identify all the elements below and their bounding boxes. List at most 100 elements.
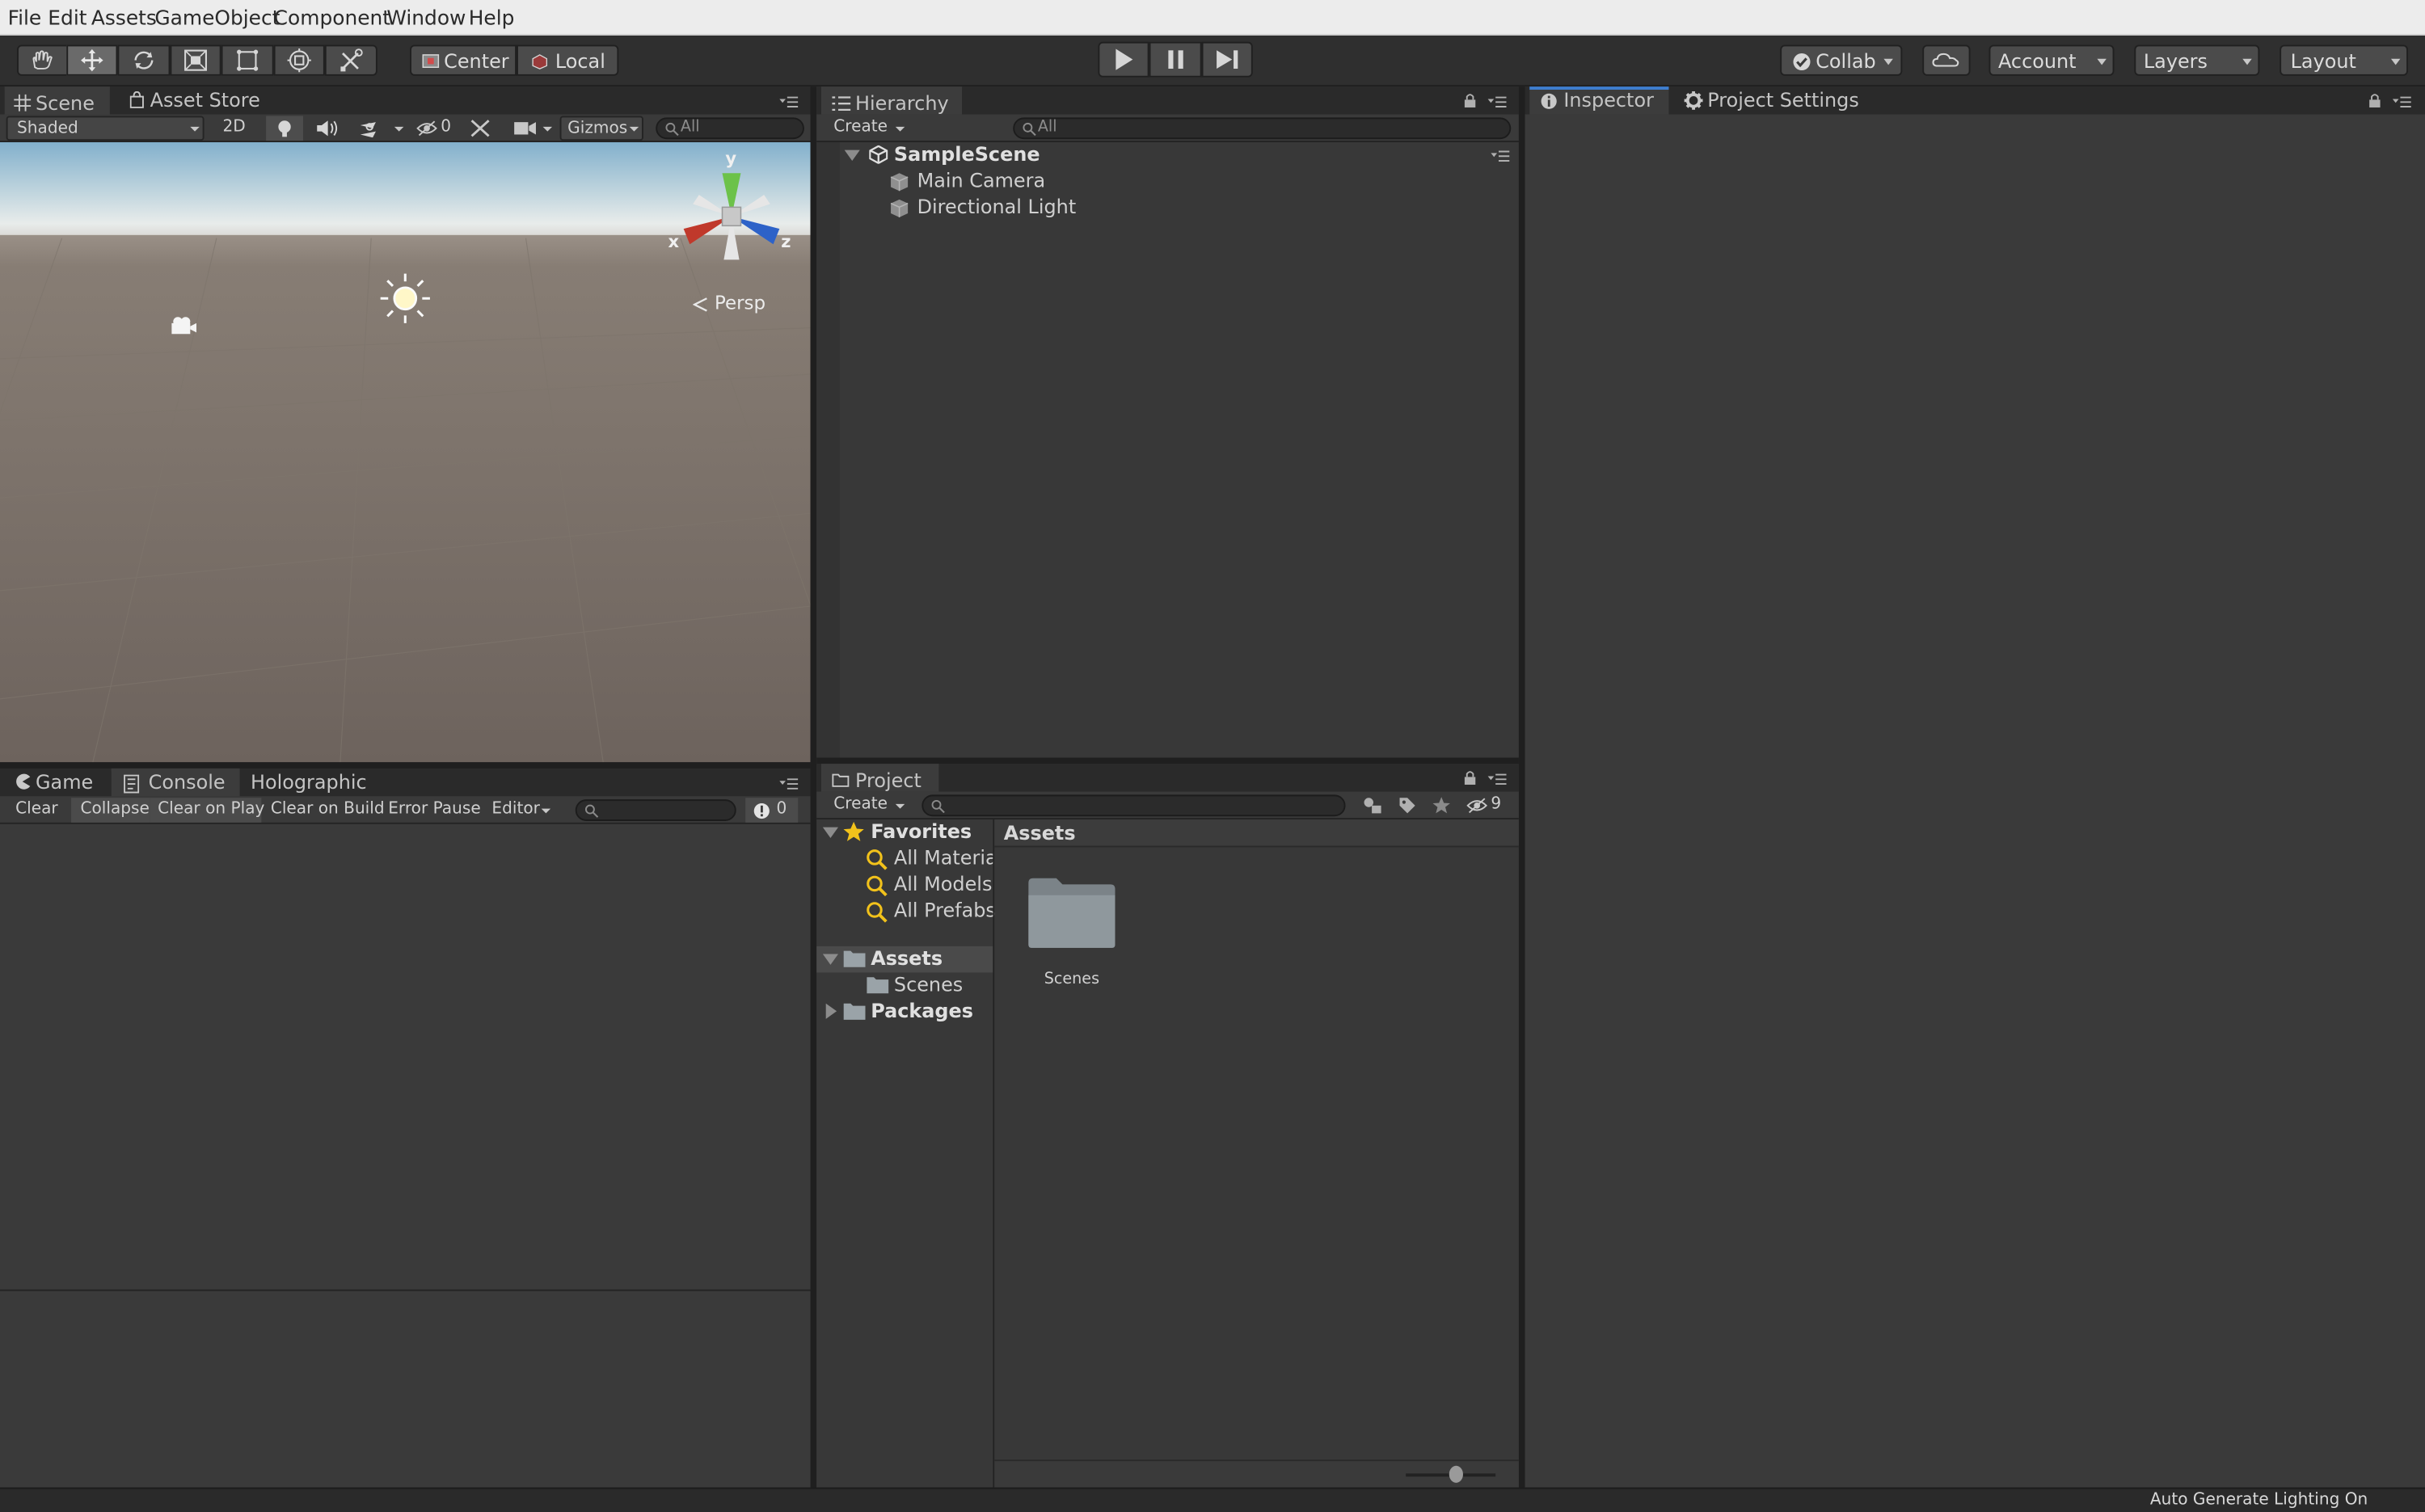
custom-tool-button[interactable] — [324, 44, 377, 76]
horizontal-splitter[interactable] — [816, 757, 1519, 764]
shading-dropdown[interactable]: Shaded — [6, 116, 205, 141]
camera-dropdown[interactable] — [508, 116, 554, 141]
menu-assets[interactable]: Assets — [91, 8, 157, 32]
play-button[interactable] — [1098, 41, 1149, 78]
project-hidden-toggle[interactable]: 9 — [1463, 794, 1509, 819]
console-error-filter-toggle[interactable]: 0 — [745, 798, 799, 823]
scene-search-input[interactable]: All — [656, 117, 804, 140]
audio-toggle[interactable] — [308, 116, 345, 141]
search-by-type-icon[interactable] — [1363, 796, 1383, 815]
panel-menu-icon[interactable] — [779, 777, 799, 790]
scale-tool-button[interactable] — [170, 44, 221, 76]
pivot-center-button[interactable]: Center — [410, 44, 517, 76]
pause-button[interactable] — [1149, 41, 1202, 78]
tab-hierarchy[interactable]: Hierarchy — [820, 86, 963, 115]
panel-menu-icon[interactable] — [2392, 96, 2411, 108]
step-button[interactable] — [1201, 41, 1253, 78]
lock-icon[interactable] — [2368, 93, 2381, 108]
cloud-button[interactable] — [1922, 44, 1971, 76]
project-search-input[interactable] — [922, 794, 1346, 817]
layout-dropdown[interactable]: Layout — [2280, 44, 2409, 76]
hierarchy-item-main-camera[interactable]: Main Camera — [889, 169, 1519, 196]
lock-icon[interactable] — [1463, 770, 1477, 785]
console-clear-button[interactable]: Clear — [6, 798, 64, 823]
console-clear-on-play-toggle[interactable]: Clear on Play — [150, 798, 264, 823]
tab-game[interactable]: Game — [5, 769, 101, 796]
favorite-item-all-models[interactable]: All Models — [866, 872, 993, 899]
favorites-row[interactable]: Favorites — [816, 819, 993, 846]
panel-menu-icon[interactable] — [779, 96, 799, 108]
tab-asset-store[interactable]: Asset Store — [124, 86, 266, 114]
account-dropdown[interactable]: Account — [1988, 44, 2115, 76]
tab-inspector[interactable]: Inspector — [1529, 86, 1669, 115]
menu-gameobject[interactable]: GameObject — [154, 8, 280, 32]
scene-tools-button[interactable] — [464, 116, 498, 141]
collab-dropdown[interactable]: Collab — [1780, 44, 1903, 76]
console-clear-on-build-toggle[interactable]: Clear on Build — [263, 798, 385, 823]
sun-icon[interactable] — [379, 272, 432, 325]
layers-dropdown[interactable]: Layers — [2134, 44, 2260, 76]
tab-scene[interactable]: Scene — [4, 86, 110, 115]
projection-label[interactable]: Persp — [715, 293, 765, 314]
hierarchy-item-directional-light[interactable]: Directional Light — [889, 195, 1519, 221]
icon-size-slider-thumb[interactable] — [1449, 1465, 1463, 1483]
gizmos-label: Gizmos — [567, 119, 628, 138]
rotate-tool-button[interactable] — [117, 44, 171, 76]
effects-dropdown[interactable] — [351, 116, 407, 141]
menu-window[interactable]: Window — [386, 8, 466, 32]
hand-tool-button[interactable] — [17, 44, 69, 76]
panel-menu-icon[interactable] — [1487, 773, 1507, 785]
lock-icon[interactable] — [1463, 93, 1477, 108]
assets-folder-label: Assets — [871, 946, 943, 970]
console-error-pause-toggle[interactable]: Error Pause — [381, 798, 480, 823]
expand-arrow-icon[interactable] — [822, 954, 839, 965]
menu-file[interactable]: File — [8, 8, 42, 32]
list-icon — [832, 96, 851, 111]
move-tool-button[interactable] — [66, 44, 118, 76]
hierarchy-search-input[interactable]: All — [1013, 117, 1512, 140]
effects-icon — [360, 122, 376, 138]
console-editor-dropdown[interactable]: Editor — [483, 798, 557, 823]
mode-2d-button[interactable]: 2D — [213, 116, 255, 141]
scene-menu-icon[interactable] — [1491, 150, 1510, 162]
horizontal-splitter[interactable] — [0, 762, 811, 769]
favorite-item-all-material[interactable]: All Material — [866, 846, 993, 873]
tab-project-settings[interactable]: Project Settings — [1680, 86, 1862, 114]
console-log-area[interactable] — [0, 823, 811, 1290]
tab-project[interactable]: Project — [820, 764, 939, 792]
scene-camera-icon[interactable] — [167, 315, 198, 337]
expand-arrow-icon[interactable] — [822, 827, 839, 839]
vertical-splitter[interactable] — [1518, 86, 1525, 1488]
axis-y-label: y — [725, 148, 737, 169]
scene-viewport[interactable]: y x z Persp — [0, 142, 811, 763]
tab-console[interactable]: Console — [111, 768, 240, 797]
error-count: 0 — [776, 799, 787, 819]
breadcrumb-assets[interactable]: Assets — [1004, 821, 1076, 844]
lighting-toggle[interactable] — [266, 116, 304, 141]
rect-tool-button[interactable] — [221, 44, 274, 76]
vertical-splitter[interactable] — [810, 86, 817, 1488]
asset-folder-scenes[interactable]: Scenes — [1023, 874, 1121, 997]
expand-arrow-icon[interactable] — [844, 150, 860, 161]
transform-tool-button[interactable] — [273, 44, 325, 76]
console-collapse-toggle[interactable]: Collapse — [71, 798, 150, 823]
favorite-item-all-prefabs[interactable]: All Prefabs — [866, 899, 996, 925]
assets-folder-row[interactable]: Assets — [816, 946, 993, 973]
packages-folder-row[interactable]: Packages — [816, 999, 993, 1026]
menu-component[interactable]: Component — [274, 8, 390, 32]
scenes-folder-row[interactable]: Scenes — [866, 972, 993, 999]
panel-menu-icon[interactable] — [1487, 96, 1507, 108]
hierarchy-scene-row[interactable]: SampleScene — [843, 142, 1519, 169]
gizmos-dropdown[interactable]: Gizmos — [559, 116, 643, 141]
star-icon[interactable] — [1432, 796, 1451, 815]
project-create-dropdown[interactable]: Create — [824, 794, 905, 819]
pivot-local-button[interactable]: Local — [517, 44, 619, 76]
console-search-input[interactable] — [575, 799, 736, 821]
menu-help[interactable]: Help — [469, 8, 515, 32]
tab-holographic[interactable]: Holographic — [247, 769, 368, 796]
hierarchy-create-dropdown[interactable]: Create — [824, 116, 905, 141]
collapse-arrow-icon[interactable] — [825, 1003, 837, 1019]
hidden-objects-toggle[interactable]: 0 — [411, 116, 458, 141]
menu-edit[interactable]: Edit — [48, 8, 86, 32]
label-tag-icon[interactable] — [1398, 796, 1417, 815]
